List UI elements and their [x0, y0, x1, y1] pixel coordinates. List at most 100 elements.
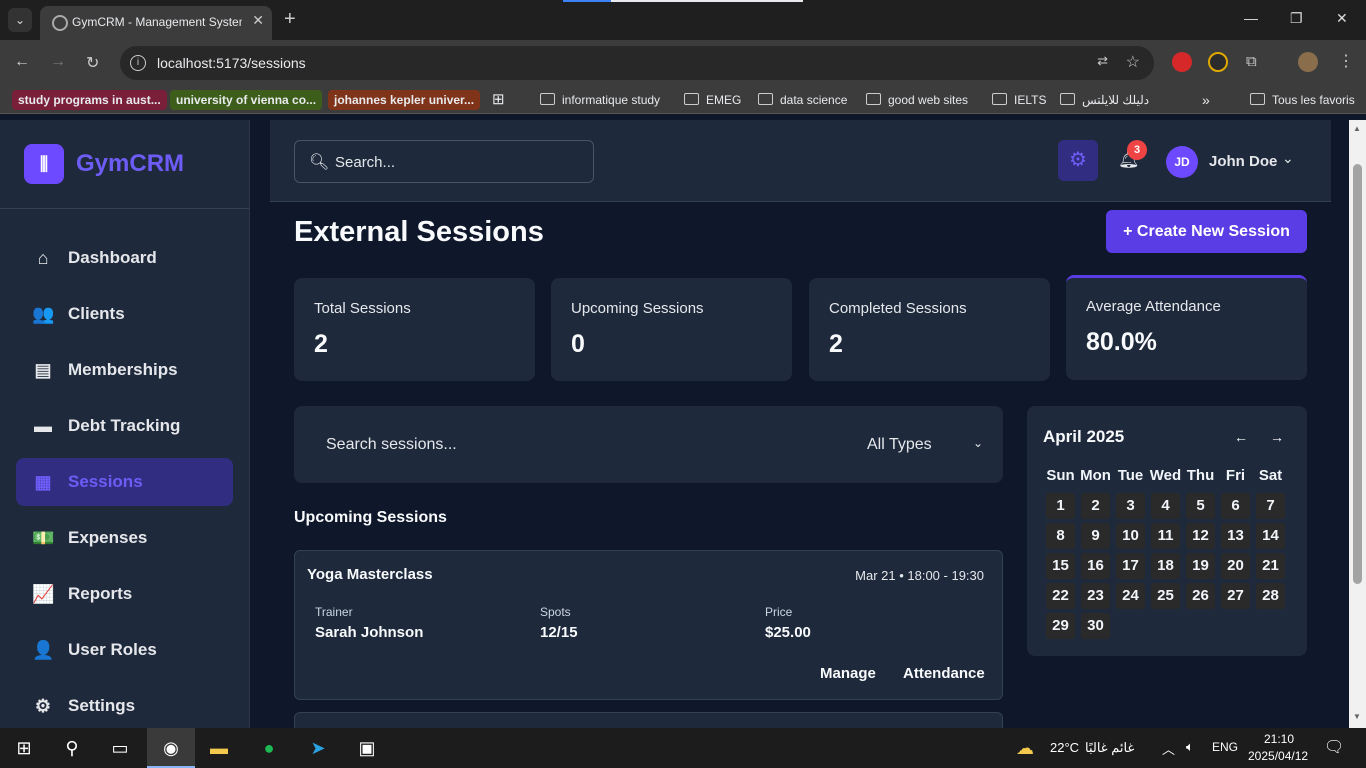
- sidebar-item-sessions[interactable]: ▦ Sessions: [16, 458, 233, 506]
- reload-icon[interactable]: ↻: [86, 53, 99, 73]
- calendar-day[interactable]: 15: [1046, 553, 1075, 579]
- bookmark-university-vienna[interactable]: university of vienna co...: [170, 90, 323, 110]
- extension-red-icon[interactable]: [1172, 52, 1192, 72]
- calendar-day[interactable]: 28: [1256, 583, 1285, 609]
- calendar-day[interactable]: 29: [1046, 613, 1075, 639]
- browser-tab[interactable]: GymCRM - Management System ✕: [40, 6, 272, 40]
- global-search-input[interactable]: 🔍︎ Search...: [294, 140, 594, 183]
- windows-start-icon[interactable]: ⊞: [0, 728, 48, 768]
- attendance-button[interactable]: Attendance: [903, 665, 985, 682]
- sidebar-item-clients[interactable]: 👥 Clients: [16, 290, 233, 338]
- address-bar[interactable]: i localhost:5173/sessions ⇄ ☆: [120, 46, 1154, 80]
- calendar-day[interactable]: 21: [1256, 553, 1285, 579]
- weather-temp[interactable]: 22°C: [1050, 740, 1079, 755]
- restore-icon[interactable]: ❐: [1290, 10, 1303, 27]
- calendar-day[interactable]: 9: [1081, 523, 1110, 549]
- extension-dark-icon[interactable]: [1208, 52, 1228, 72]
- scroll-down-icon[interactable]: ▼: [1353, 712, 1361, 721]
- avatar[interactable]: JD: [1166, 146, 1198, 178]
- site-info-icon[interactable]: i: [130, 55, 146, 71]
- tray-chevron-up-icon[interactable]: ︿: [1162, 739, 1175, 758]
- bookmark-study-programs[interactable]: study programs in aust...: [12, 90, 167, 110]
- task-view-icon[interactable]: ▭: [96, 728, 144, 768]
- calendar-day[interactable]: 26: [1186, 583, 1215, 609]
- apps-grid-icon[interactable]: ⊞: [492, 90, 505, 110]
- sidebar-item-memberships[interactable]: ▤ Memberships: [16, 346, 233, 394]
- type-filter-select[interactable]: All Types: [867, 436, 932, 454]
- notifications-icon[interactable]: 🗨︎: [1324, 737, 1344, 757]
- bookmark-folder[interactable]: data science: [758, 90, 847, 110]
- weather-cloud-icon[interactable]: ☁: [1016, 738, 1034, 759]
- manage-button[interactable]: Manage: [820, 665, 876, 682]
- calendar-day[interactable]: 16: [1081, 553, 1110, 579]
- calendar-day[interactable]: 27: [1221, 583, 1250, 609]
- bookmark-folder[interactable]: دليلك للايلتس: [1060, 90, 1149, 110]
- volume-icon[interactable]: 🔈︎: [1186, 739, 1194, 755]
- chevron-down-icon[interactable]: ⌄: [973, 436, 983, 450]
- calendar-day[interactable]: 6: [1221, 493, 1250, 519]
- sidebar-item-user-roles[interactable]: 👤 User Roles: [16, 626, 233, 674]
- profile-avatar-icon[interactable]: [1298, 52, 1318, 72]
- sidebar-item-settings[interactable]: ⚙ Settings: [16, 682, 233, 730]
- close-tab-icon[interactable]: ✕: [252, 12, 264, 29]
- calendar-day[interactable]: 12: [1186, 523, 1215, 549]
- url-text[interactable]: localhost:5173/sessions: [157, 55, 306, 71]
- clock-date[interactable]: 2025/04/12: [1248, 749, 1308, 763]
- new-tab-icon[interactable]: +: [284, 8, 296, 31]
- file-explorer-icon[interactable]: ▬: [195, 728, 243, 768]
- scroll-up-icon[interactable]: ▲: [1353, 124, 1361, 133]
- telegram-icon[interactable]: ➤: [294, 728, 342, 768]
- language-indicator[interactable]: ENG: [1212, 740, 1238, 754]
- close-window-icon[interactable]: ✕: [1336, 10, 1348, 27]
- chevron-down-icon[interactable]: ⌄: [1282, 150, 1294, 167]
- calendar-day[interactable]: 2: [1081, 493, 1110, 519]
- bookmark-folder[interactable]: informatique study: [540, 90, 660, 110]
- calendar-day[interactable]: 11: [1151, 523, 1180, 549]
- spotify-icon[interactable]: ●: [245, 728, 293, 768]
- calendar-day[interactable]: 10: [1116, 523, 1145, 549]
- more-bookmarks-icon[interactable]: »: [1202, 90, 1210, 110]
- theme-toggle-gear-icon[interactable]: ⚙: [1058, 140, 1098, 181]
- forward-icon[interactable]: →: [50, 53, 66, 71]
- tab-search-icon[interactable]: ⌄: [8, 8, 32, 32]
- app-taskbar-icon[interactable]: ▣: [343, 728, 391, 768]
- calendar-day[interactable]: 4: [1151, 493, 1180, 519]
- minimize-icon[interactable]: —: [1244, 10, 1258, 26]
- calendar-day[interactable]: 3: [1116, 493, 1145, 519]
- bookmark-star-icon[interactable]: ☆: [1126, 52, 1140, 72]
- translate-icon[interactable]: ⇄: [1097, 53, 1108, 69]
- calendar-day[interactable]: 30: [1081, 613, 1110, 639]
- calendar-day[interactable]: 8: [1046, 523, 1075, 549]
- calendar-day[interactable]: 7: [1256, 493, 1285, 519]
- calendar-day[interactable]: 23: [1081, 583, 1110, 609]
- all-bookmarks-folder[interactable]: Tous les favoris: [1250, 90, 1355, 110]
- bookmark-folder[interactable]: EMEG: [684, 90, 741, 110]
- back-icon[interactable]: ←: [14, 53, 30, 71]
- calendar-day[interactable]: 25: [1151, 583, 1180, 609]
- scrollbar-thumb[interactable]: [1353, 164, 1362, 584]
- browser-menu-icon[interactable]: ⋮: [1338, 51, 1354, 71]
- sidebar-item-expenses[interactable]: 💵 Expenses: [16, 514, 233, 562]
- user-name[interactable]: John Doe: [1209, 153, 1277, 170]
- chrome-taskbar-icon[interactable]: ◉: [147, 728, 195, 768]
- calendar-day[interactable]: 17: [1116, 553, 1145, 579]
- bookmark-folder[interactable]: IELTS: [992, 90, 1046, 110]
- calendar-day[interactable]: 13: [1221, 523, 1250, 549]
- calendar-day[interactable]: 18: [1151, 553, 1180, 579]
- prev-month-icon[interactable]: ←: [1234, 429, 1248, 445]
- create-session-button[interactable]: + Create New Session: [1106, 210, 1307, 253]
- calendar-day[interactable]: 24: [1116, 583, 1145, 609]
- calendar-day[interactable]: 19: [1186, 553, 1215, 579]
- search-icon[interactable]: ⚲: [48, 728, 96, 768]
- page-scrollbar[interactable]: ▲ ▼: [1349, 120, 1366, 728]
- clock-time[interactable]: 21:10: [1264, 732, 1294, 746]
- sidebar-item-dashboard[interactable]: ⌂ Dashboard: [16, 234, 233, 282]
- session-search-input[interactable]: Search sessions...: [326, 436, 457, 454]
- calendar-day[interactable]: 5: [1186, 493, 1215, 519]
- extensions-puzzle-icon[interactable]: ⧉: [1246, 53, 1257, 70]
- calendar-day[interactable]: 14: [1256, 523, 1285, 549]
- calendar-day[interactable]: 20: [1221, 553, 1250, 579]
- calendar-day[interactable]: 1: [1046, 493, 1075, 519]
- bookmark-folder[interactable]: good web sites: [866, 90, 968, 110]
- sidebar-item-reports[interactable]: 📈 Reports: [16, 570, 233, 618]
